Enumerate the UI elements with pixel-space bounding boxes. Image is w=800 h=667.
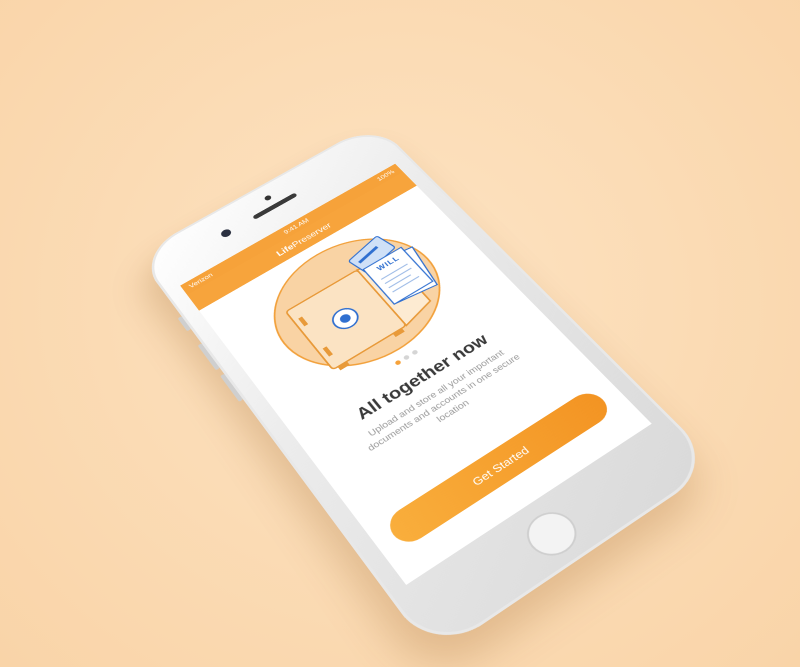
phone-screen: Verizon 9:41 AM 100% Life Preserver WILL… bbox=[180, 163, 652, 585]
volume-down-button bbox=[220, 373, 244, 402]
earpiece-speaker bbox=[252, 192, 298, 220]
page-dot-1[interactable] bbox=[394, 359, 402, 366]
volume-up-button bbox=[197, 343, 220, 371]
home-button bbox=[517, 503, 587, 565]
page-dot-2[interactable] bbox=[402, 354, 411, 361]
front-camera bbox=[219, 227, 233, 239]
page-dot-3[interactable] bbox=[411, 349, 419, 356]
proximity-sensor bbox=[263, 194, 273, 202]
mockup-scene: Verizon 9:41 AM 100% Life Preserver WILL… bbox=[0, 0, 800, 667]
mute-switch bbox=[177, 316, 192, 332]
phone-device: Verizon 9:41 AM 100% Life Preserver WILL… bbox=[136, 122, 719, 658]
